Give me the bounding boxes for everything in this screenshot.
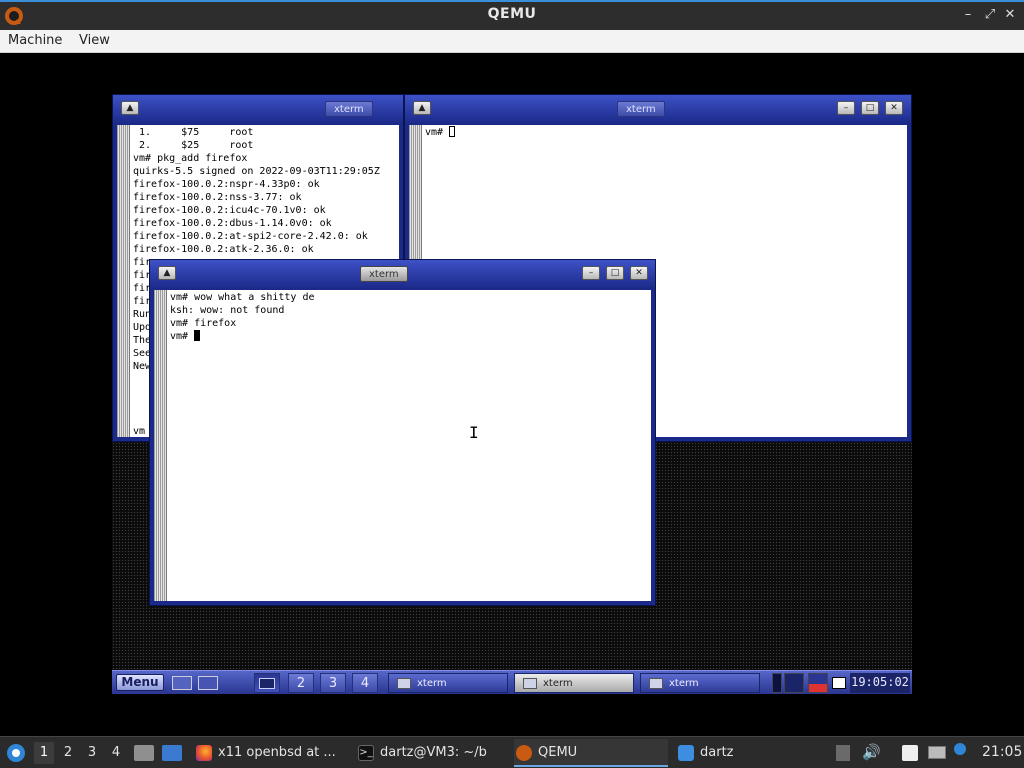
pager-icon[interactable] bbox=[772, 673, 782, 693]
menu-view[interactable]: View bbox=[79, 33, 110, 48]
terminal-area[interactable]: vm# wow what a shitty de ksh: wow: not fo… bbox=[154, 290, 651, 601]
workspace-1-icon[interactable] bbox=[254, 673, 280, 693]
start-menu-icon[interactable] bbox=[6, 743, 26, 763]
terminal-line: firefox-100.0.2:atk-2.36.0: ok bbox=[133, 244, 314, 255]
terminal-line: firefox-100.0.2:nss-3.77: ok bbox=[133, 192, 302, 203]
maximize-icon[interactable]: □ bbox=[606, 266, 624, 280]
desktop-1[interactable]: 1 bbox=[34, 742, 54, 764]
host-clock: 21:05 bbox=[982, 744, 1023, 760]
terminal-line: vm# pkg_add firefox bbox=[133, 153, 248, 164]
restore-icon[interactable]: ⤢ bbox=[980, 7, 1000, 22]
shell-prompt: vm# bbox=[425, 127, 450, 138]
vm-panel: Menu 2 3 4 xterm xterm xterm 19:05:02 bbox=[112, 670, 912, 694]
terminal-output: vm# wow what a shitty de ksh: wow: not fo… bbox=[170, 291, 649, 601]
desktop-icon[interactable] bbox=[162, 745, 182, 761]
vm-menu-button[interactable]: Menu bbox=[116, 674, 164, 691]
window-titlebar[interactable]: ▲ xterm – □ ✕ bbox=[150, 260, 655, 288]
minimize-icon[interactable]: – bbox=[958, 7, 978, 22]
prompt-line: vm# bbox=[170, 330, 649, 343]
terminal-line: vm# wow what a shitty de bbox=[170, 292, 315, 303]
text-cursor bbox=[449, 126, 456, 137]
xterm-window-active[interactable]: ▲ xterm – □ ✕ vm# wow what a shitty de ks… bbox=[149, 259, 656, 606]
desktop-2[interactable]: 2 bbox=[58, 742, 78, 764]
clipboard-icon[interactable] bbox=[902, 745, 918, 761]
window-title: xterm bbox=[360, 266, 408, 282]
volume-icon[interactable]: 🔊 bbox=[862, 743, 881, 761]
window-list-icon[interactable] bbox=[198, 676, 218, 690]
vm-task-xterm-3[interactable]: xterm bbox=[640, 673, 760, 693]
workspace-2[interactable]: 2 bbox=[288, 673, 314, 693]
notification-icon[interactable] bbox=[954, 743, 966, 755]
qemu-menubar: Machine View bbox=[0, 30, 1024, 53]
menu-machine[interactable]: Machine bbox=[8, 33, 62, 48]
shade-icon[interactable]: ▲ bbox=[121, 101, 139, 115]
desktop-4[interactable]: 4 bbox=[106, 742, 126, 764]
terminal-icon: >_ bbox=[358, 745, 374, 761]
terminal-line: 1. $75 root bbox=[133, 127, 254, 138]
terminal-line: vm# firefox bbox=[170, 318, 237, 329]
terminal-icon bbox=[649, 678, 663, 689]
terminal-line: firefox-100.0.2:icu4c-70.1v0: ok bbox=[133, 205, 326, 216]
terminal-line: ksh: wow: not found bbox=[170, 305, 285, 316]
terminal-line: 2. $25 root bbox=[133, 140, 254, 151]
task-terminal[interactable]: >_ dartz@VM3: ~/b bbox=[356, 739, 487, 767]
close-icon[interactable]: ✕ bbox=[885, 101, 903, 115]
vm-clock: 19:05:02 bbox=[850, 673, 910, 693]
vm-task-xterm-1[interactable]: xterm bbox=[388, 673, 508, 693]
file-manager-icon[interactable] bbox=[134, 745, 154, 761]
shade-icon[interactable]: ▲ bbox=[158, 266, 176, 280]
shell-prompt: vm# bbox=[170, 331, 195, 342]
terminal-icon bbox=[397, 678, 411, 689]
qemu-icon bbox=[516, 745, 532, 761]
vm-desktop[interactable]: ▲ xterm 1. $75 root 2. $25 root vm# pkg_a… bbox=[112, 94, 912, 694]
window-title: xterm bbox=[325, 101, 373, 117]
cpu-load-icon bbox=[808, 673, 828, 693]
monitor-icon bbox=[784, 673, 804, 693]
window-titlebar[interactable]: ▲ xterm – □ ✕ bbox=[405, 95, 911, 123]
window-title: xterm bbox=[617, 101, 665, 117]
vm-task-xterm-2[interactable]: xterm bbox=[514, 673, 634, 693]
terminal-line: quirks-5.5 signed on 2022-09-03T11:29:05… bbox=[133, 166, 380, 177]
ibeam-cursor-icon: I bbox=[469, 423, 479, 442]
network-icon[interactable] bbox=[836, 745, 850, 761]
host-taskbar: 1 2 3 4 x11 openbsd at ... >_ dartz@VM3:… bbox=[0, 736, 1024, 768]
maximize-icon[interactable]: □ bbox=[861, 101, 879, 115]
mail-icon[interactable] bbox=[832, 677, 846, 689]
desktop-3[interactable]: 3 bbox=[82, 742, 102, 764]
terminal-icon bbox=[523, 678, 537, 689]
show-desktop-icon[interactable] bbox=[172, 676, 192, 690]
task-qemu[interactable]: QEMU bbox=[514, 739, 668, 767]
task-folder[interactable]: dartz bbox=[676, 739, 733, 767]
qemu-window-title: QEMU bbox=[487, 6, 537, 22]
keyboard-icon[interactable] bbox=[928, 746, 946, 759]
shade-icon[interactable]: ▲ bbox=[413, 101, 431, 115]
terminal-line: firefox-100.0.2:nspr-4.33p0: ok bbox=[133, 179, 320, 190]
minimize-icon[interactable]: – bbox=[837, 101, 855, 115]
text-cursor bbox=[194, 330, 201, 341]
workspace-3[interactable]: 3 bbox=[320, 673, 346, 693]
window-titlebar[interactable]: ▲ xterm bbox=[113, 95, 403, 123]
folder-icon bbox=[678, 745, 694, 761]
scrollbar[interactable] bbox=[154, 290, 167, 601]
qemu-titlebar: QEMU – ⤢ ✕ bbox=[0, 0, 1024, 30]
minimize-icon[interactable]: – bbox=[582, 266, 600, 280]
terminal-line: firefox-100.0.2:dbus-1.14.0v0: ok bbox=[133, 218, 332, 229]
workspace-4[interactable]: 4 bbox=[352, 673, 378, 693]
close-icon[interactable]: ✕ bbox=[1000, 7, 1020, 22]
scrollbar[interactable] bbox=[117, 125, 130, 437]
firefox-icon bbox=[196, 745, 212, 761]
task-firefox[interactable]: x11 openbsd at ... bbox=[194, 739, 336, 767]
close-icon[interactable]: ✕ bbox=[630, 266, 648, 280]
terminal-line: firefox-100.0.2:at-spi2-core-2.42.0: ok bbox=[133, 231, 368, 242]
